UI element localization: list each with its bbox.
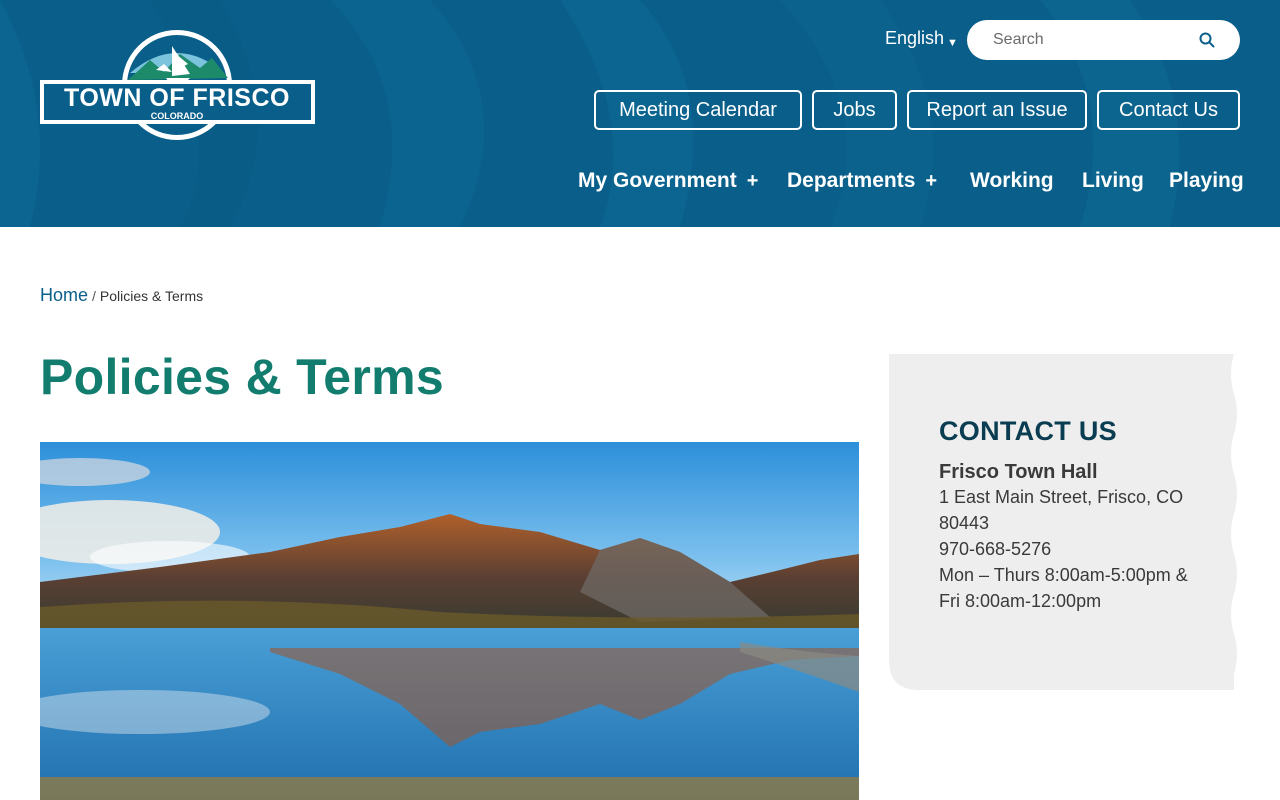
page-title: Policies & Terms — [40, 349, 445, 405]
logo-graphic: TOWN OF FRISCO COLORADO — [40, 30, 315, 140]
plus-icon[interactable]: + — [925, 170, 937, 192]
contact-place: Frisco Town Hall — [939, 461, 1098, 483]
quick-link-meeting-calendar[interactable]: Meeting Calendar — [594, 90, 802, 130]
contact-hours-line1: Mon – Thurs 8:00am-5:00pm & — [939, 565, 1188, 585]
hero-image-lake-mountain — [40, 442, 859, 800]
nav-departments[interactable]: Departments + — [787, 168, 937, 194]
contact-card-content: CONTACT US Frisco Town Hall 1 East Main … — [939, 416, 1199, 614]
site-header: TOWN OF FRISCO COLORADO English▼ Meeting… — [0, 0, 1280, 227]
breadcrumb-current: Policies & Terms — [99, 288, 204, 304]
logo-sub-text: COLORADO — [151, 111, 204, 121]
search-input[interactable] — [993, 20, 1193, 60]
quick-link-jobs[interactable]: Jobs — [812, 90, 897, 130]
contact-hours-line2: Fri 8:00am-12:00pm — [939, 591, 1102, 611]
plus-icon[interactable]: + — [747, 170, 759, 192]
contact-address-line2: 80443 — [939, 513, 990, 533]
contact-address-line1: 1 East Main Street, Frisco, CO — [939, 487, 1184, 507]
quick-link-contact-us[interactable]: Contact Us — [1097, 90, 1240, 130]
contact-heading: CONTACT US — [939, 416, 1117, 446]
nav-living[interactable]: Living — [1082, 168, 1144, 194]
search-box — [967, 20, 1240, 60]
language-label: English — [885, 28, 945, 48]
nav-playing[interactable]: Playing — [1169, 168, 1244, 194]
contact-card: CONTACT US Frisco Town Hall 1 East Main … — [889, 354, 1240, 690]
search-icon[interactable] — [1199, 32, 1215, 48]
breadcrumb: Home / Policies & Terms — [40, 285, 203, 306]
breadcrumb-separator: / — [92, 288, 96, 304]
nav-my-government[interactable]: My Government + — [578, 168, 758, 194]
nav-departments-label: Departments — [787, 169, 916, 192]
town-logo[interactable]: TOWN OF FRISCO COLORADO — [40, 28, 315, 143]
contact-phone[interactable]: 970-668-5276 — [939, 536, 1199, 562]
nav-my-government-label: My Government — [578, 169, 737, 192]
caret-down-icon: ▼ — [947, 37, 958, 49]
logo-main-text: TOWN OF FRISCO — [64, 84, 290, 112]
nav-working[interactable]: Working — [970, 168, 1054, 194]
quick-link-report-issue[interactable]: Report an Issue — [907, 90, 1087, 130]
breadcrumb-home-link[interactable]: Home — [40, 285, 88, 305]
hero-landscape-graphic — [40, 442, 859, 800]
language-selector[interactable]: English ▼ — [885, 28, 958, 49]
